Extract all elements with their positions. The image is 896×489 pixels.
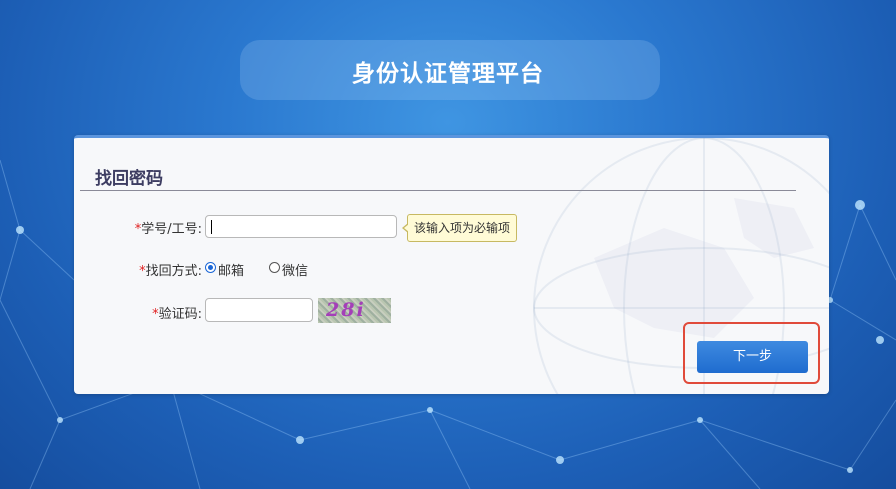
text-caret xyxy=(211,220,212,234)
wechat-radio[interactable] xyxy=(269,262,280,273)
captcha-label: 验证码: xyxy=(158,307,202,322)
page-title: 身份认证管理平台 xyxy=(352,61,544,87)
captcha-image[interactable]: 28i xyxy=(318,298,391,323)
id-input[interactable] xyxy=(205,215,397,238)
captcha-input[interactable] xyxy=(205,298,313,322)
captcha-label-group: *验证码: xyxy=(122,303,202,322)
method-label: 找回方式: xyxy=(145,264,202,279)
email-option-label[interactable]: 邮箱 xyxy=(218,260,244,279)
form-title: 找回密码 xyxy=(95,169,163,189)
id-label: 学号/工号: xyxy=(141,222,202,237)
validation-tooltip: 该输入项为必输项 xyxy=(401,214,518,242)
wechat-option-label[interactable]: 微信 xyxy=(282,260,308,279)
method-label-group: *找回方式: xyxy=(122,260,202,279)
highlight-box xyxy=(683,322,820,384)
id-label-group: *学号/工号: xyxy=(122,218,202,237)
email-radio[interactable] xyxy=(205,262,216,273)
title-divider xyxy=(80,190,796,191)
